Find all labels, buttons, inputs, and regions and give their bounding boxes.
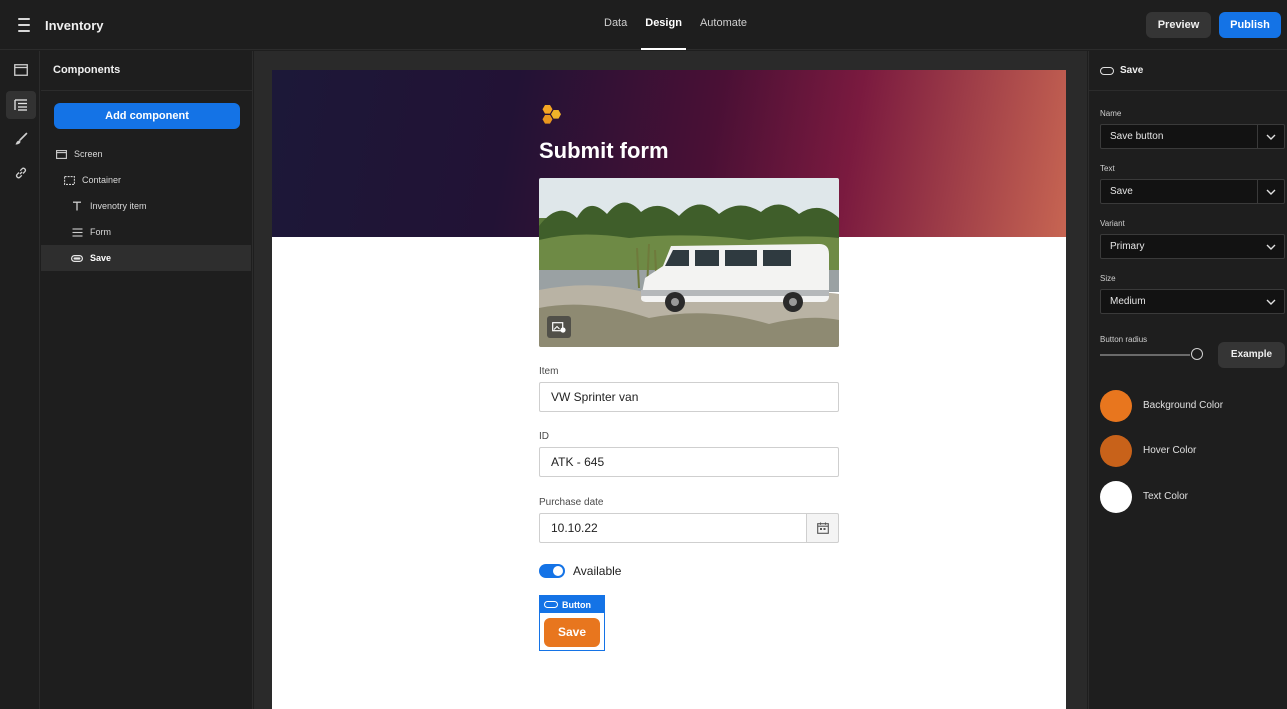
tree-item-screen[interactable]: Screen (41, 141, 251, 167)
item-label: Item (539, 366, 559, 377)
example-button[interactable]: Example (1218, 342, 1285, 368)
brush-icon[interactable] (6, 125, 36, 153)
app-window: Inventory Data Design Automate Preview P… (0, 0, 1287, 709)
size-label: Size (1100, 274, 1116, 283)
mode-tabs: Data Design Automate (600, 0, 751, 50)
tab-automate[interactable]: Automate (696, 0, 751, 50)
variant-label: Variant (1100, 219, 1125, 228)
variant-value: Primary (1110, 241, 1145, 252)
tool-rail (0, 51, 40, 709)
layers-icon[interactable] (6, 91, 36, 119)
background-color-swatch[interactable] (1100, 390, 1132, 422)
button-icon (70, 252, 84, 264)
tab-design[interactable]: Design (641, 0, 686, 50)
purchase-date-label: Purchase date (539, 497, 604, 508)
text-label: Text (1100, 164, 1115, 173)
properties-panel: Save Name Save button Text Save Variant … (1088, 51, 1287, 709)
design-canvas: Submit form Item VW Sprinter van ID ATK … (254, 51, 1087, 709)
radius-slider-track[interactable] (1100, 354, 1190, 356)
available-toggle[interactable] (539, 564, 565, 578)
purchase-date-field[interactable]: 10.10.22 (539, 513, 807, 543)
properties-header: Save (1089, 51, 1287, 91)
text-color-label: Text Color (1143, 491, 1189, 502)
save-button[interactable]: Save (544, 618, 600, 647)
add-component-button[interactable]: Add component (54, 103, 240, 129)
item-field[interactable]: VW Sprinter van (539, 382, 839, 412)
id-label: ID (539, 431, 549, 442)
form-preview-page: Submit form Item VW Sprinter van ID ATK … (272, 70, 1066, 709)
components-panel: Components Add component Screen Containe… (41, 51, 253, 709)
hover-color-label: Hover Color (1143, 445, 1197, 456)
form-title: Submit form (539, 138, 669, 163)
available-toggle-label: Available (573, 564, 622, 578)
chevron-down-icon[interactable] (1257, 125, 1284, 148)
screen-icon (54, 148, 68, 160)
hexagon-logo-icon (542, 105, 561, 124)
selected-button-frame: Button Save (539, 595, 605, 651)
selection-tag-label: Button (562, 599, 591, 610)
publish-button[interactable]: Publish (1219, 12, 1281, 38)
tree-item-label: Form (90, 227, 111, 237)
id-field[interactable]: ATK - 645 (539, 447, 839, 477)
tab-data[interactable]: Data (600, 0, 631, 50)
background-color-label: Background Color (1143, 400, 1224, 411)
button-icon (1100, 66, 1114, 75)
chevron-down-icon (1266, 290, 1276, 313)
tree-item-label: Invenotry item (90, 201, 147, 211)
text-icon (70, 200, 84, 212)
size-dropdown[interactable]: Medium (1100, 289, 1285, 314)
button-radius-label: Button radius (1100, 335, 1148, 344)
size-value: Medium (1110, 296, 1146, 307)
chevron-down-icon (1266, 235, 1276, 258)
tree-item-form[interactable]: Form (41, 219, 251, 245)
change-image-icon[interactable] (547, 316, 571, 338)
radius-slider-handle[interactable] (1191, 348, 1203, 360)
variant-dropdown[interactable]: Primary (1100, 234, 1285, 259)
tree-item-label: Container (82, 175, 122, 185)
text-combobox[interactable]: Save (1100, 179, 1285, 204)
hover-color-swatch[interactable] (1100, 435, 1132, 467)
tree-item-container[interactable]: Container (41, 167, 251, 193)
selection-tag: Button (540, 596, 604, 613)
text-value: Save (1110, 186, 1133, 197)
calendar-icon[interactable] (806, 513, 839, 543)
chevron-down-icon[interactable] (1257, 180, 1284, 203)
preview-button[interactable]: Preview (1146, 12, 1211, 38)
tree-item-label: Save (90, 253, 112, 263)
link-icon[interactable] (6, 159, 36, 187)
text-color-swatch[interactable] (1100, 481, 1132, 513)
van-photo (539, 178, 839, 347)
button-icon (544, 601, 558, 608)
app-title: Inventory (45, 18, 104, 33)
form-icon (70, 226, 84, 238)
properties-title: Save (1120, 65, 1144, 76)
tree-item-label: Screen (74, 149, 103, 159)
van-shape (641, 244, 829, 312)
name-label: Name (1100, 109, 1122, 118)
hamburger-menu-icon[interactable] (12, 15, 36, 35)
name-combobox[interactable]: Save button (1100, 124, 1285, 149)
layout-icon[interactable] (6, 56, 36, 84)
top-bar: Inventory Data Design Automate Preview P… (0, 0, 1287, 50)
name-value: Save button (1110, 131, 1164, 142)
tree-item-inventory-item[interactable]: Invenotry item (41, 193, 251, 219)
components-header: Components (41, 51, 252, 91)
container-icon (62, 174, 76, 186)
tree-item-save[interactable]: Save (41, 245, 251, 271)
